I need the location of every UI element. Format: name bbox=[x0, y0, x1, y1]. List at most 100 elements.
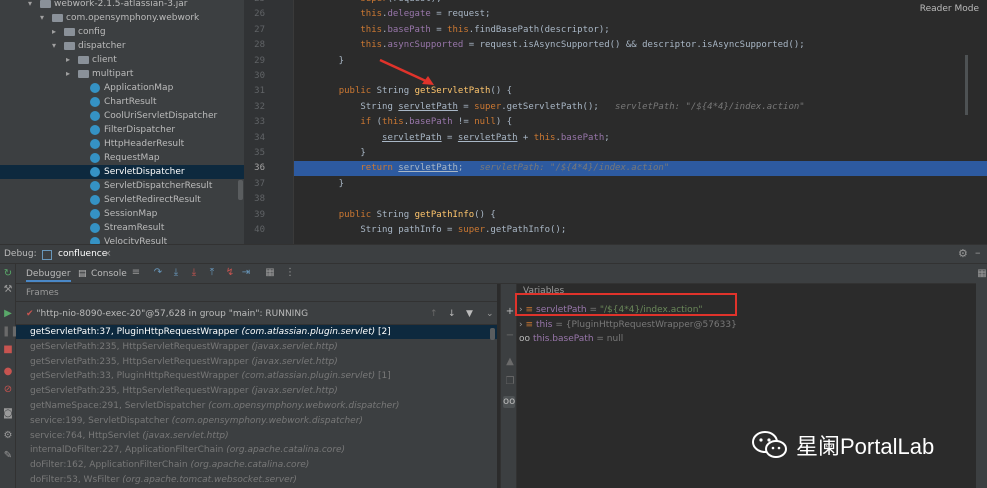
drop-frame-icon[interactable]: ↯ bbox=[224, 267, 236, 279]
tree-item[interactable]: ApplicationMap bbox=[0, 81, 244, 95]
code-line[interactable]: String pathInfo = super.getPathInfo(); bbox=[294, 223, 987, 238]
stack-frame[interactable]: service:764, HttpServlet (javax.servlet.… bbox=[16, 429, 497, 443]
variable-row[interactable]: oo this.basePath = null bbox=[519, 332, 623, 346]
stack-frame[interactable]: doFilter:162, ApplicationFilterChain (or… bbox=[16, 458, 497, 472]
tree-item[interactable]: ServletDispatcher bbox=[0, 165, 244, 179]
tree-item[interactable]: ServletRedirectResult bbox=[0, 193, 244, 207]
tree-item-label: com.opensymphony.webwork bbox=[66, 13, 200, 23]
stack-frame[interactable]: internalDoFilter:227, ApplicationFilterC… bbox=[16, 443, 497, 457]
variable-row[interactable]: › ≡ this = {PluginHttpRequestWrapper@5763… bbox=[519, 318, 737, 332]
current-execution-line[interactable]: return servletPath; servletPath: "/${4*4… bbox=[294, 161, 987, 177]
tree-item[interactable]: VelocityResult bbox=[0, 235, 244, 244]
pause-icon[interactable]: ❚❚ bbox=[2, 326, 19, 338]
step-over-icon[interactable]: ↷ bbox=[152, 267, 164, 279]
step-into-icon[interactable]: ⤓ bbox=[170, 267, 182, 279]
code-line[interactable]: String servletPath = super.getServletPat… bbox=[294, 100, 987, 115]
tree-scrollbar[interactable] bbox=[238, 180, 243, 200]
class-icon bbox=[90, 237, 100, 244]
filter-icon[interactable]: ▼ bbox=[466, 303, 473, 325]
minimize-icon[interactable]: – bbox=[975, 246, 981, 259]
close-tab-icon[interactable]: × bbox=[104, 249, 112, 259]
frame-method: doFilter:162, ApplicationFilterChain bbox=[30, 460, 191, 471]
code-line[interactable]: servletPath = servletPath + this.basePat… bbox=[294, 131, 987, 146]
tree-item[interactable]: ▸ config bbox=[0, 25, 244, 39]
stack-frame[interactable]: doFilter:53, WsFilter (org.apache.tomcat… bbox=[16, 473, 497, 487]
code-line[interactable]: if (this.basePath != null) { bbox=[294, 115, 987, 130]
move-up-icon[interactable]: ▲ bbox=[504, 356, 516, 368]
pin-icon[interactable]: ✎ bbox=[2, 450, 14, 462]
watches-icon[interactable]: oo bbox=[503, 396, 515, 408]
evaluate-icon[interactable]: ▦ bbox=[264, 267, 276, 279]
gear-icon[interactable]: ⚙ bbox=[958, 247, 968, 260]
tree-item[interactable]: CoolUriServletDispatcher bbox=[0, 109, 244, 123]
step-out-icon[interactable]: ⤒ bbox=[206, 267, 218, 279]
tree-item[interactable]: SessionMap bbox=[0, 207, 244, 221]
tree-item[interactable]: ServletDispatcherResult bbox=[0, 179, 244, 193]
remove-watch-icon[interactable]: − bbox=[504, 330, 516, 342]
chevron-right-icon[interactable]: ▸ bbox=[66, 67, 70, 81]
tree-item[interactable]: StreamResult bbox=[0, 221, 244, 235]
tab-console-icon[interactable]: ▤ bbox=[78, 266, 87, 282]
frame-method: service:199, ServletDispatcher bbox=[30, 415, 172, 426]
code-token: = bbox=[457, 101, 475, 112]
stack-frame[interactable]: getServletPath:235, HttpServletRequestWr… bbox=[16, 340, 497, 354]
view-breakpoints-icon[interactable]: ● bbox=[2, 366, 14, 378]
code-token: () { bbox=[474, 209, 496, 220]
rerun-icon[interactable]: ↻ bbox=[2, 268, 14, 280]
stack-frame[interactable]: getServletPath:37, PluginHttpRequestWrap… bbox=[16, 325, 497, 339]
tab-debugger[interactable]: Debugger bbox=[26, 266, 71, 282]
copy-icon[interactable]: ❐ bbox=[504, 376, 516, 388]
stack-frame[interactable]: getNameSpace:291, ServletDispatcher (com… bbox=[16, 399, 497, 413]
code-line[interactable]: } bbox=[294, 146, 987, 161]
frames-scrollbar[interactable] bbox=[490, 328, 495, 340]
stop-icon[interactable]: ■ bbox=[2, 344, 14, 356]
code-line[interactable]: this.basePath = this.findBasePath(descri… bbox=[294, 23, 987, 38]
wrench-icon[interactable]: ⚒ bbox=[2, 284, 14, 296]
dropdown-chevron-icon[interactable]: ⌄ bbox=[486, 303, 494, 325]
chevron-down-icon[interactable]: ▾ bbox=[52, 39, 56, 53]
stack-frame[interactable]: service:199, ServletDispatcher (com.open… bbox=[16, 414, 497, 428]
stack-frame[interactable]: getServletPath:235, HttpServletRequestWr… bbox=[16, 355, 497, 369]
stack-frame[interactable]: getServletPath:33, PluginHttpRequestWrap… bbox=[16, 369, 497, 383]
code-line[interactable]: this.asyncSupported = request.isAsyncSup… bbox=[294, 38, 987, 53]
layout-icon[interactable]: ▦ bbox=[976, 268, 987, 280]
force-step-into-icon[interactable]: ⤓ bbox=[188, 267, 200, 279]
tree-item[interactable]: ChartResult bbox=[0, 95, 244, 109]
down-icon[interactable]: ↓ bbox=[448, 303, 456, 325]
chevron-down-icon[interactable]: ▾ bbox=[28, 0, 32, 11]
stack-frame[interactable]: getServletPath:235, HttpServletRequestWr… bbox=[16, 384, 497, 398]
code-line[interactable] bbox=[294, 192, 987, 207]
resume-icon[interactable]: ▶ bbox=[2, 308, 14, 320]
folder-icon bbox=[78, 70, 89, 78]
thread-selector[interactable]: ✔ "http-nio-8090-exec-20"@57,628 in grou… bbox=[16, 303, 497, 325]
chevron-right-icon[interactable]: ▸ bbox=[52, 25, 56, 39]
tree-item[interactable]: ▸ multipart bbox=[0, 67, 244, 81]
tree-item[interactable]: ▾ com.opensymphony.webwork bbox=[0, 11, 244, 25]
chevron-right-icon[interactable]: ▸ bbox=[66, 53, 70, 67]
more-icon[interactable]: ⋮ bbox=[284, 267, 296, 279]
code-token: return bbox=[360, 163, 393, 174]
code-line[interactable]: public String getPathInfo() { bbox=[294, 208, 987, 223]
run-to-cursor-icon[interactable]: ⇥ bbox=[240, 267, 252, 279]
tree-item[interactable]: FilterDispatcher bbox=[0, 123, 244, 137]
chevron-down-icon[interactable]: ▾ bbox=[40, 11, 44, 25]
tree-item[interactable]: ▸ client bbox=[0, 53, 244, 67]
tree-item[interactable]: RequestMap bbox=[0, 151, 244, 165]
menu-icon[interactable]: ≡ bbox=[130, 267, 142, 279]
mute-breakpoints-icon[interactable]: ⊘ bbox=[2, 384, 14, 396]
tab-console[interactable]: Console bbox=[91, 266, 127, 282]
code-editor[interactable]: Reader Mode super(request); this.delegat… bbox=[294, 0, 987, 244]
tree-item[interactable]: ▾ webwork-2.1.5-atlassian-3.jar bbox=[0, 0, 244, 11]
camera-icon[interactable]: ◙ bbox=[2, 408, 14, 420]
tree-item-label: StreamResult bbox=[104, 223, 165, 233]
settings-icon[interactable]: ⚙ bbox=[2, 430, 14, 442]
code-line[interactable]: this.delegate = request; bbox=[294, 7, 987, 22]
tree-item[interactable]: ▾ dispatcher bbox=[0, 39, 244, 53]
code-line[interactable]: } bbox=[294, 177, 987, 192]
wechat-watermark: 星阑PortalLab bbox=[752, 425, 934, 465]
up-icon[interactable]: ↑ bbox=[430, 303, 438, 325]
tree-item[interactable]: HttpHeaderResult bbox=[0, 137, 244, 151]
run-config-tab[interactable]: confluence bbox=[58, 249, 107, 259]
editor-scrollbar[interactable] bbox=[965, 55, 968, 115]
code-line[interactable]: super(request); bbox=[294, 0, 987, 7]
